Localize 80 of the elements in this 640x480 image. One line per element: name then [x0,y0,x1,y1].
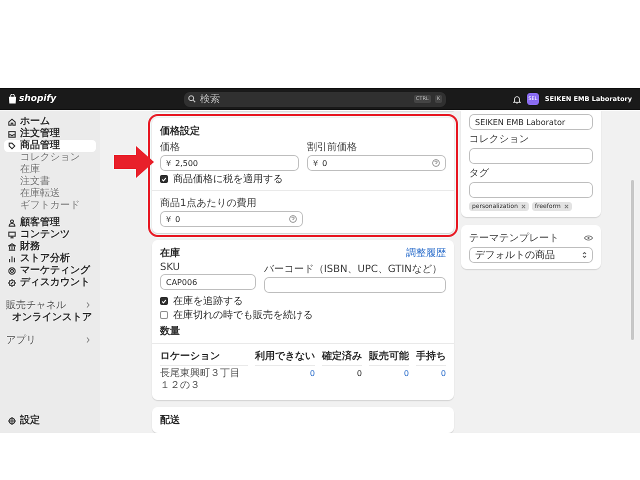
chevron-icon[interactable] [86,302,90,308]
monitor-icon [8,231,16,239]
checkbox-label: 商品価格に税を適用する [173,172,283,186]
text-field[interactable] [469,182,593,198]
target-icon [8,267,16,275]
scrollbar[interactable] [631,180,634,340]
quantity-link[interactable]: 0 [255,366,315,394]
field-label: コレクション [469,133,530,146]
inbox-icon [8,130,16,138]
nav-item[interactable]: オンラインストア [4,312,96,324]
nav-item[interactable]: マーケティング [4,265,96,277]
help-icon[interactable] [289,215,297,223]
close-icon[interactable] [564,204,569,209]
nav-item[interactable]: 財務 [4,241,96,253]
table-cell-text: 0 [356,368,362,380]
history-link[interactable]: 調整履歴 [406,246,446,260]
quantity-link[interactable]: 0 [416,366,446,394]
price-field[interactable]: ¥ 2,500 [160,155,299,171]
shopping-bag-icon [8,94,17,104]
nav-item[interactable]: ディスカウント [4,277,96,289]
nav-subitem[interactable]: コレクション [4,152,96,164]
price-field[interactable]: ¥ 0 [307,155,446,171]
bar-chart-icon [8,255,16,263]
updown-icon [582,251,587,259]
card-title: 配送 [160,414,181,427]
search-icon [188,95,196,103]
field-label: 価格 [160,140,181,154]
arrow-icon [114,146,154,178]
nav-subitem[interactable]: 在庫 [4,164,96,176]
text-field[interactable] [469,148,593,164]
column-header: 販売可能 [369,349,409,366]
field-label: 商品1点あたりの費用 [160,196,258,210]
nav-subitem[interactable]: 注文書 [4,176,96,188]
nav-item[interactable]: 商品管理 [4,140,96,152]
checkbox[interactable] [160,311,168,319]
quantity-link[interactable]: 0 [369,366,409,394]
checkbox[interactable] [160,297,168,305]
tag-icon [8,142,16,150]
section-title: アプリ [6,334,36,347]
nav-item[interactable]: ホーム [4,116,96,128]
template-select[interactable]: デフォルトの商品 [469,247,593,263]
search-field[interactable]: 検索 [200,94,410,104]
field-label: SKU [160,262,181,273]
section-title: 販売チャネル [6,298,66,312]
card-title: 価格設定 [160,124,201,138]
eye-icon[interactable] [584,235,593,241]
home-icon [8,118,16,126]
column-header: 確定済み [322,349,362,366]
checkbox-label: 在庫切れの時でも販売を続ける [173,308,313,322]
field-label: 割引前価格 [307,140,358,154]
vendor-field[interactable]: SEIKEN EMB Laborator [469,114,593,130]
column-header: 利用できない [255,349,315,366]
checkbox[interactable] [160,175,168,183]
field-label: バーコード（ISBN、UPC、GTINなど） [264,263,443,276]
nav-item[interactable]: コンテンツ [4,229,96,241]
badge-icon [8,279,16,287]
barcode-field[interactable] [264,277,446,293]
logo-text: shopify [19,94,56,104]
bell-icon[interactable] [512,94,521,104]
nav-item[interactable]: 注文管理 [4,128,96,140]
price-field[interactable]: ¥ 0 [160,211,303,227]
close-icon[interactable] [520,204,526,209]
field-label: テーマテンプレート [469,232,559,245]
chevron-icon[interactable] [86,337,90,343]
sku-field[interactable]: CAP006 [160,274,256,290]
card-title: 在庫 [160,246,180,260]
checkbox-label: 在庫を追跡する [173,294,243,308]
person-icon [8,219,16,227]
help-icon[interactable] [432,159,440,167]
section-title: 数量 [160,324,181,338]
nav-item[interactable]: 設定 [4,415,96,427]
bank-icon [8,243,16,251]
nav-item[interactable]: 顧客管理 [4,217,96,229]
table-cell-text: 長尾東興町３丁目１２の３ [160,366,241,393]
nav-subitem[interactable]: 在庫転送 [4,188,96,200]
field-label: タグ [469,167,490,180]
column-header: ロケーション [160,349,248,366]
nav-subitem[interactable]: ギフトカード [4,200,96,212]
column-header: 手持ち [416,349,446,366]
nav-item[interactable]: ストア分析 [4,253,96,265]
